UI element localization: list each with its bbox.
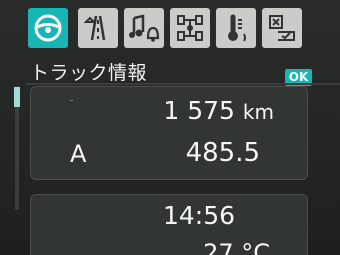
tab-road[interactable] <box>78 8 118 48</box>
tab-driving[interactable] <box>28 8 68 48</box>
road-warning-icon <box>83 15 106 41</box>
vehicle-axle-icon <box>177 15 203 41</box>
settings-check-icon <box>269 15 295 41</box>
music-bell-icon <box>129 14 160 42</box>
trip-label: A <box>70 140 87 168</box>
separator-dot <box>70 100 73 101</box>
tab-temperature[interactable] <box>216 8 256 48</box>
steering-wheel-icon <box>34 14 62 42</box>
odometer-readout: 1 575 km <box>163 96 274 125</box>
tab-vehicle[interactable] <box>170 8 210 48</box>
truck-display: トラック情報 OK 1 575 km A 485.5 14:56 27 °C <box>0 0 340 255</box>
clock: 14:56 <box>162 201 235 230</box>
scroll-thumb[interactable] <box>14 87 20 107</box>
title-divider <box>26 83 340 85</box>
tab-audio[interactable] <box>124 8 164 48</box>
odometer-value: 1 575 <box>163 96 235 125</box>
tab-settings[interactable] <box>262 8 302 48</box>
odometer-unit: km <box>242 100 274 124</box>
page-title: トラック情報 <box>30 62 148 84</box>
outside-temperature: 27 °C <box>203 239 270 255</box>
thermometer-icon <box>228 14 246 42</box>
trip-value: 485.5 <box>185 138 260 168</box>
